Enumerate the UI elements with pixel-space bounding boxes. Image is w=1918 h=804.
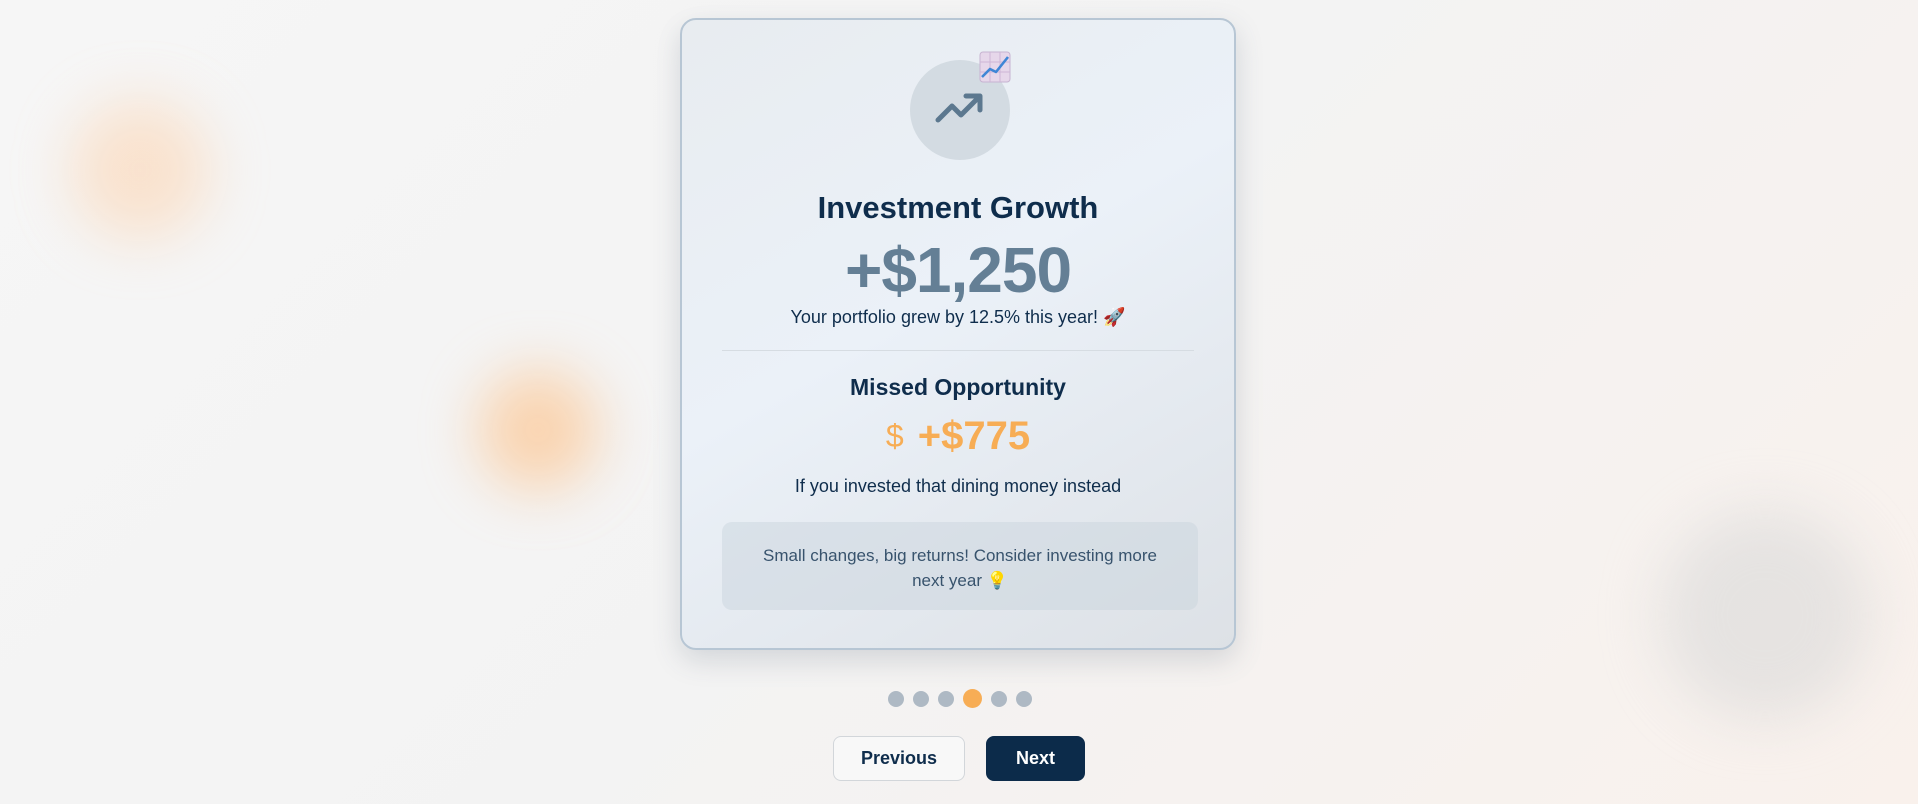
pagination-dot[interactable] [938,690,954,707]
trending-up-icon [935,91,985,130]
tip-box: Small changes, big returns! Consider inv… [722,522,1198,610]
growth-value: +$1,250 [844,234,1072,306]
next-button[interactable]: Next [986,736,1085,781]
missed-opportunity-row: $ +$775 [682,414,1234,459]
pagination-dot[interactable] [991,690,1007,707]
tip-text: Small changes, big returns! Consider inv… [762,546,1158,590]
pagination-dots [888,689,1032,708]
investment-summary-card: Investment Growth +$1,250 Your portfolio… [680,18,1236,650]
pagination-dot[interactable] [913,690,929,707]
pagination-dot[interactable] [888,690,904,707]
pagination-dot-active[interactable] [963,689,982,708]
missed-opportunity-description: If you invested that dining money instea… [794,476,1122,496]
background-blob [478,370,598,490]
missed-opportunity-title: Missed Opportunity [850,374,1066,400]
previous-button[interactable]: Previous [833,736,965,781]
dollar-sign-icon: $ [885,418,904,454]
divider [722,350,1194,351]
missed-opportunity-value: +$775 [917,414,1031,458]
card-title: Investment Growth [817,190,1099,225]
background-blob [70,100,210,240]
growth-description: Your portfolio grew by 12.5% this year! … [790,307,1126,327]
chart-increasing-icon [979,51,1011,83]
pagination-dot[interactable] [1016,690,1032,707]
background-blob [1660,510,1870,720]
